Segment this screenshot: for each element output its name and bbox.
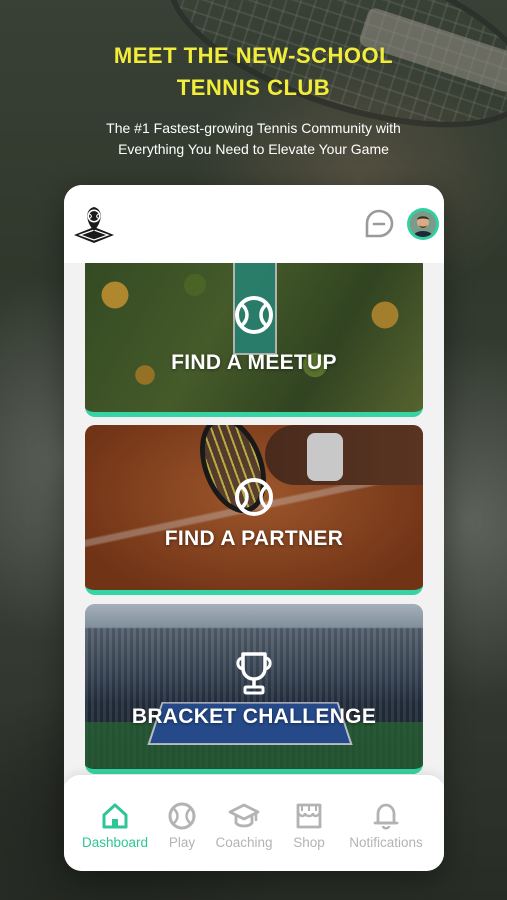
tennis-court-pin-logo[interactable] [72,203,116,243]
headline-line-1: MEET THE NEW-SCHOOL [113,43,394,68]
chat-bubble-icon[interactable] [364,209,394,239]
shop-icon [296,803,322,829]
app-preview: FIND A MEETUP FIND A PARTNER BRACKET CHA… [64,185,444,871]
subline-line-2: Everything You Need to Elevate Your Game [118,141,389,157]
nav-play-label: Play [168,835,196,850]
graduation-cap-icon [228,803,260,828]
headline-line-2: TENNIS CLUB [176,75,331,100]
avatar-photo [410,211,436,237]
nav-notifications-label: Notifications [349,835,423,850]
nav-play[interactable]: Play [160,801,204,850]
bracket-challenge-card[interactable]: BRACKET CHALLENGE [85,604,423,774]
bracket-challenge-label: BRACKET CHALLENGE [131,705,377,728]
app-header [64,185,444,263]
hero-headline: MEET THE NEW-SCHOOL TENNIS CLUB [0,40,507,104]
tennis-ball-icon [168,802,196,830]
feature-list[interactable]: FIND A MEETUP FIND A PARTNER BRACKET CHA… [64,263,444,783]
nav-shop-label: Shop [293,835,325,850]
find-meetup-label: FIND A MEETUP [171,351,337,374]
bottom-nav: Dashboard Play Coaching Shop Notificatio… [64,775,444,871]
bell-icon [373,803,399,830]
tennis-ball-icon [235,478,273,516]
user-avatar[interactable] [407,208,439,240]
hero-subline: The #1 Fastest-growing Tennis Community … [0,118,507,160]
trophy-icon [236,652,272,695]
nav-dashboard-label: Dashboard [81,835,149,850]
nav-coaching-label: Coaching [215,835,273,850]
nav-shop[interactable]: Shop [288,801,330,850]
tennis-ball-icon [235,296,273,334]
nav-coaching[interactable]: Coaching [212,801,276,850]
find-partner-label: FIND A PARTNER [164,527,344,550]
home-icon [102,803,128,829]
subline-line-1: The #1 Fastest-growing Tennis Community … [106,120,401,136]
find-partner-card[interactable]: FIND A PARTNER [85,425,423,595]
nav-dashboard[interactable]: Dashboard [80,801,150,850]
nav-notifications[interactable]: Notifications [342,801,430,850]
find-meetup-card[interactable]: FIND A MEETUP [85,263,423,417]
